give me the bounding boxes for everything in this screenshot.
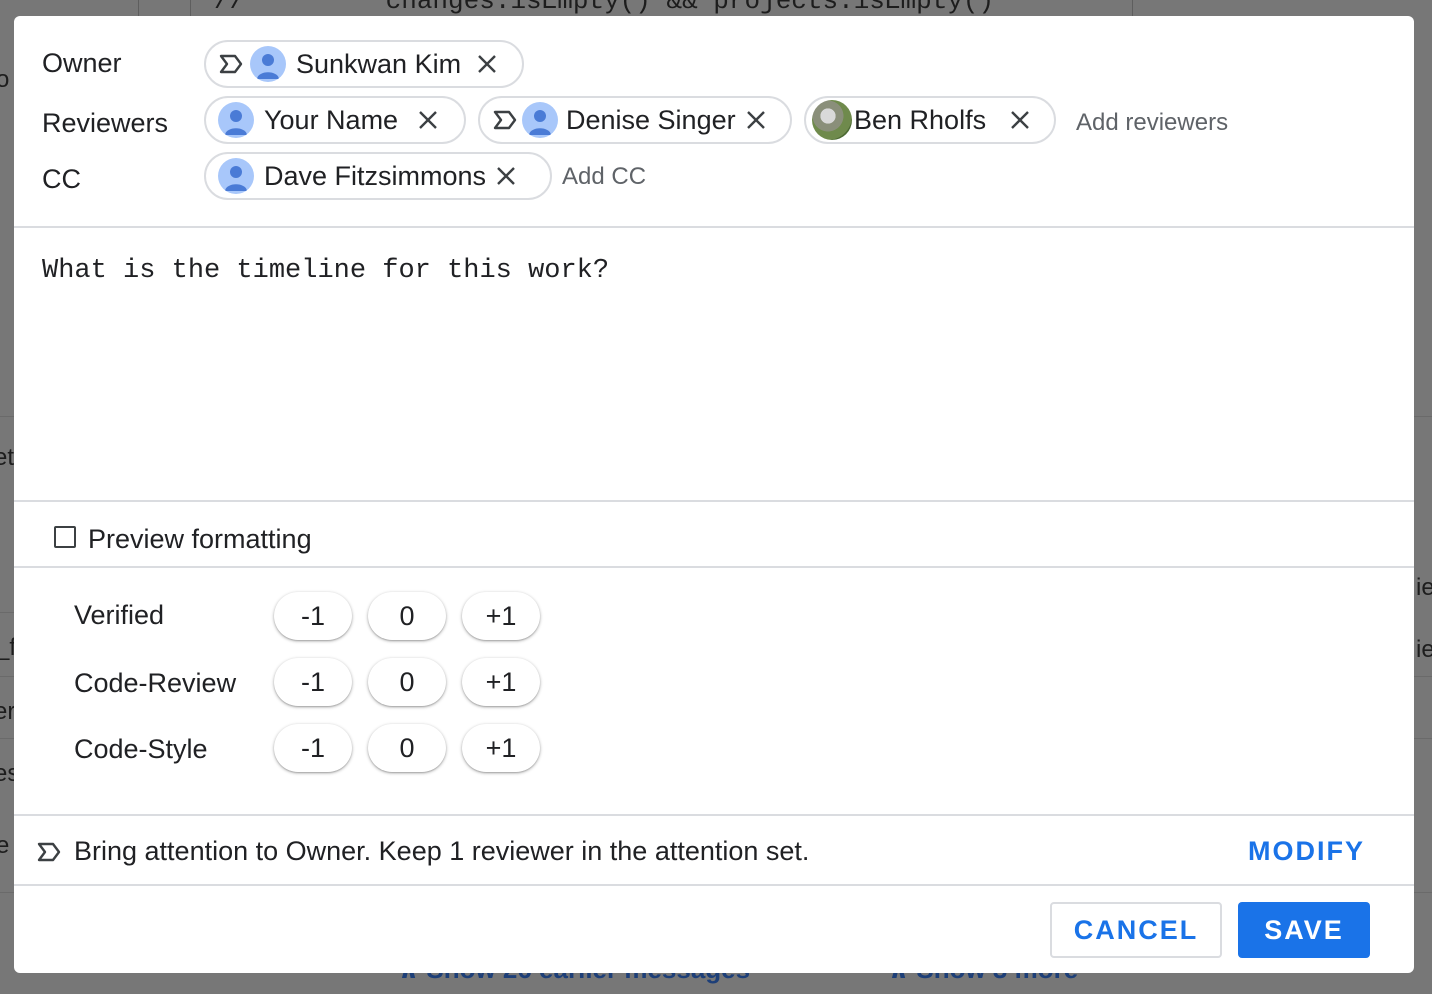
vote-button[interactable]: 0 — [368, 592, 446, 640]
preview-formatting-row[interactable]: Preview formatting — [54, 518, 312, 555]
reply-message-textarea[interactable]: What is the timeline for this work? — [42, 256, 609, 286]
divider — [14, 500, 1414, 502]
background-divider — [138, 0, 139, 16]
vote-button[interactable]: 0 — [368, 658, 446, 706]
background-divider — [1132, 0, 1133, 16]
avatar-icon — [522, 102, 558, 138]
background-rule — [1414, 738, 1432, 739]
background-text: et — [0, 444, 15, 471]
reviewers-label: Reviewers — [42, 108, 169, 138]
background-text: ie — [1416, 636, 1432, 663]
add-cc-input[interactable]: Add CC — [562, 163, 646, 191]
divider — [14, 226, 1414, 228]
preview-formatting-label: Preview formatting — [88, 524, 312, 554]
vote-label-verified: Verified — [74, 600, 165, 630]
modify-attention-button[interactable]: MODIFY — [1248, 836, 1365, 867]
avatar-icon — [218, 158, 254, 194]
owner-label: Owner — [42, 48, 122, 78]
reviewer-name: Denise Singer — [566, 104, 736, 135]
remove-owner-close-icon[interactable] — [475, 52, 499, 76]
divider — [14, 814, 1414, 816]
vote-button[interactable]: +1 — [462, 592, 540, 640]
save-button[interactable]: SAVE — [1238, 902, 1370, 958]
background-text: ie — [1416, 574, 1432, 601]
remove-cc-close-icon[interactable] — [494, 164, 518, 188]
vote-button[interactable]: +1 — [462, 658, 540, 706]
reviewer-name: Ben Rholfs — [854, 104, 987, 135]
background-divider — [190, 0, 191, 16]
reply-dialog: Owner Sunkwan Kim Reviewers Your Name De… — [14, 16, 1414, 973]
vote-button[interactable]: -1 — [274, 658, 352, 706]
attention-icon — [492, 109, 518, 131]
vote-label-code-review: Code-Review — [74, 668, 237, 698]
background-text: e — [0, 832, 10, 859]
owner-name: Sunkwan Kim — [296, 48, 462, 79]
background-rule — [1414, 416, 1432, 417]
avatar-icon — [218, 102, 254, 138]
background-rule — [0, 612, 14, 613]
background-rule — [0, 676, 14, 677]
divider — [14, 566, 1414, 568]
cc-chip[interactable]: Dave Fitzsimmons — [204, 152, 552, 200]
attention-icon — [36, 841, 62, 863]
cc-label: CC — [42, 164, 81, 194]
background-rule — [0, 738, 14, 739]
background-text: o — [0, 66, 10, 93]
vote-button[interactable]: -1 — [274, 724, 352, 772]
add-reviewers-input[interactable]: Add reviewers — [1076, 109, 1228, 137]
cc-name: Dave Fitzsimmons — [264, 160, 487, 191]
vote-button[interactable]: +1 — [462, 724, 540, 772]
reviewer-name: Your Name — [264, 104, 399, 135]
reviewer-chip[interactable]: Your Name — [204, 96, 466, 144]
preview-formatting-checkbox[interactable] — [54, 525, 76, 548]
background-rule — [0, 892, 14, 893]
reviewer-chip[interactable]: Denise Singer — [478, 96, 792, 144]
attention-icon — [218, 53, 244, 75]
avatar-photo-icon — [812, 100, 852, 140]
vote-label-code-style: Code-Style — [74, 734, 208, 764]
background-rule — [0, 416, 14, 417]
cancel-button[interactable]: CANCEL — [1050, 902, 1222, 958]
avatar-icon — [250, 46, 286, 82]
attention-summary: Bring attention to Owner. Keep 1 reviewe… — [36, 836, 809, 867]
remove-reviewer-close-icon[interactable] — [744, 108, 768, 132]
owner-chip[interactable]: Sunkwan Kim — [204, 40, 524, 88]
vote-button[interactable]: 0 — [368, 724, 446, 772]
background-rule — [1414, 892, 1432, 893]
background-code-line: // changes.isEmpty() && projects.isEmpty… — [214, 0, 995, 16]
vote-button[interactable]: -1 — [274, 592, 352, 640]
reviewer-chip[interactable]: Ben Rholfs — [804, 96, 1056, 144]
attention-text: Bring attention to Owner. Keep 1 reviewe… — [74, 836, 810, 866]
remove-reviewer-close-icon[interactable] — [416, 108, 440, 132]
background-rule — [1414, 676, 1432, 677]
divider — [14, 884, 1414, 886]
remove-reviewer-close-icon[interactable] — [1008, 108, 1032, 132]
